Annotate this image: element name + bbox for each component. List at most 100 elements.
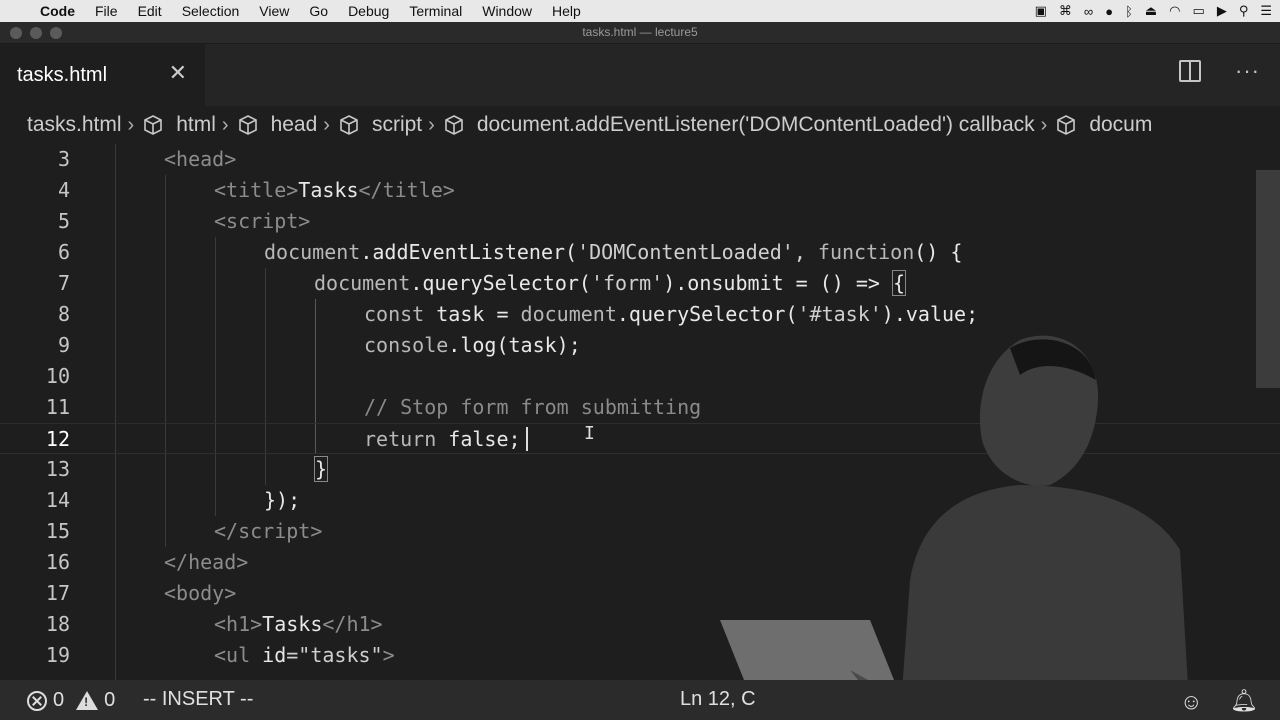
line-code: </script> [214, 516, 322, 547]
line-number: 9 [57, 333, 70, 357]
code-line: 16 </head> [0, 547, 1280, 578]
comment: // Stop form from submitting [364, 395, 702, 419]
code-line: 17 <body> [0, 578, 1280, 609]
code-line: 10 [0, 361, 1280, 392]
problems-indicator[interactable]: 0 0 [27, 689, 115, 712]
token: '#task' [797, 302, 882, 326]
code-line-current: 12 return false; [0, 423, 1280, 454]
warning-icon [76, 691, 99, 710]
token: ="tasks" [286, 643, 383, 667]
line-code: <body> [164, 578, 236, 609]
token: ).onsubmit = () => [663, 271, 892, 295]
token: document [314, 271, 411, 295]
line-number: 15 [45, 519, 70, 543]
tab-tasks-html[interactable]: tasks.html ✕ [0, 44, 205, 106]
warning-count: 0 [104, 689, 116, 711]
mac-menu-bar: Code File Edit Selection View Go Debug T… [0, 0, 1280, 22]
menu-view[interactable]: View [249, 0, 299, 22]
code-editor[interactable]: 3 <head> 4 <title>Tasks</title> 5 <scrip… [0, 144, 1280, 680]
menu-app-name[interactable]: Code [36, 0, 85, 22]
eject-icon[interactable]: ⏏ [1145, 3, 1157, 19]
menu-window[interactable]: Window [472, 0, 542, 22]
tab-label: tasks.html [17, 63, 108, 86]
token: false; [436, 427, 521, 451]
menu-file[interactable]: File [85, 0, 128, 22]
token: 'DOMContentLoaded' [577, 240, 794, 264]
token: <script> [214, 209, 311, 233]
symbol-cube-icon [1057, 115, 1076, 135]
bluetooth-icon[interactable]: ᛒ [1125, 4, 1133, 19]
token: .log(task); [448, 333, 581, 357]
play-icon[interactable]: ▶ [1217, 3, 1227, 19]
menu-terminal[interactable]: Terminal [399, 0, 472, 22]
split-editor-icon[interactable] [1179, 60, 1202, 82]
line-code: <script> [214, 206, 310, 237]
token: document [264, 240, 361, 264]
code-line: 8 const task = document.querySelector('#… [0, 299, 1280, 330]
feedback-smiley-icon[interactable]: ☺ [1180, 689, 1202, 715]
line-code: <ul id="tasks"> [214, 640, 395, 671]
vertical-scrollbar-thumb[interactable] [1256, 170, 1280, 388]
line-number: 18 [45, 612, 70, 636]
menu-help[interactable]: Help [542, 0, 591, 22]
token: function [817, 240, 915, 264]
menu-debug[interactable]: Debug [338, 0, 399, 22]
docker-icon[interactable]: ▣ [1035, 3, 1047, 19]
command-icon[interactable]: ⌘ [1059, 3, 1072, 19]
token: <ul [214, 643, 263, 667]
close-icon[interactable]: ✕ [169, 62, 187, 84]
glasses-icon[interactable]: ∞ [1084, 4, 1093, 19]
token: () { [914, 240, 963, 264]
cursor-position[interactable]: Ln 12, C [680, 688, 756, 711]
notification-bell-icon[interactable]: 🔔︎ [1230, 688, 1258, 714]
more-actions-icon[interactable]: ··· [1235, 60, 1260, 82]
menu-edit[interactable]: Edit [128, 0, 172, 22]
text-cursor [526, 427, 528, 451]
line-code: console.log(task); [364, 330, 581, 361]
menu-selection[interactable]: Selection [172, 0, 250, 22]
search-icon[interactable]: ⚲ [1239, 3, 1249, 19]
status-bar: 0 0 -- INSERT -- Ln 12, C ☺ 🔔︎ [0, 680, 1280, 720]
breadcrumb-item-document[interactable]: docum [1055, 113, 1152, 137]
code-line: 7 document.querySelector('form').onsubmi… [0, 268, 1280, 299]
token: <body> [164, 581, 237, 605]
line-code: return false; [364, 424, 521, 455]
token: </title> [358, 178, 455, 202]
line-code: }); [264, 485, 300, 516]
breadcrumb-label: tasks.html [27, 113, 122, 136]
breadcrumb: tasks.html › html › head › script › docu… [0, 106, 1280, 144]
matching-bracket: { [891, 270, 907, 296]
breadcrumb-item-html[interactable]: html [142, 113, 216, 137]
breadcrumb-item-head[interactable]: head [237, 113, 317, 137]
breadcrumb-item-file[interactable]: tasks.html [27, 113, 122, 137]
code-line: 4 <title>Tasks</title> [0, 175, 1280, 206]
list-icon[interactable]: ☰ [1260, 3, 1272, 19]
code-line: 3 <head> [0, 144, 1280, 175]
wifi-icon[interactable]: ◠ [1169, 3, 1180, 19]
breadcrumb-item-script[interactable]: script [338, 113, 422, 137]
code-line: 6 document.addEventListener('DOMContentL… [0, 237, 1280, 268]
token: ).value; [881, 302, 979, 326]
breadcrumb-item-callback[interactable]: document.addEventListener('DOMContentLoa… [443, 113, 1035, 137]
line-number: 19 [45, 643, 70, 667]
token: .querySelector( [410, 271, 591, 295]
matching-bracket: } [314, 456, 329, 482]
token: console [364, 333, 449, 357]
line-code: <head> [164, 144, 236, 175]
token: </script> [214, 519, 323, 543]
token: const [364, 302, 425, 326]
chevron-right-icon: › [428, 113, 435, 136]
token: , [793, 240, 818, 264]
token: return [364, 427, 437, 451]
breadcrumb-label: html [176, 113, 216, 136]
line-number: 12 [45, 427, 70, 451]
battery-icon[interactable]: ▭ [1193, 3, 1205, 19]
breadcrumb-label: script [371, 113, 423, 136]
line-code: // Stop form from submitting [364, 392, 701, 423]
line-number: 10 [45, 364, 70, 388]
token: .querySelector( [616, 302, 798, 326]
token: </h1> [322, 612, 383, 636]
editor-tab-bar: tasks.html ✕ ··· [0, 44, 1280, 106]
menu-go[interactable]: Go [299, 0, 338, 22]
circle-icon[interactable]: ● [1105, 4, 1113, 19]
